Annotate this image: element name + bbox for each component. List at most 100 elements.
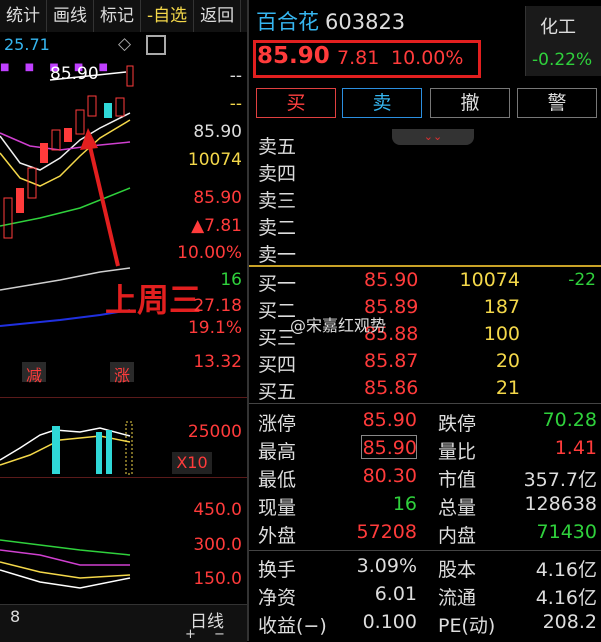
axis-4500: 450.0: [193, 500, 242, 520]
price-change-pct: 10.00%: [391, 47, 464, 69]
candle: [64, 128, 72, 142]
stat-value: 4.16亿: [535, 559, 597, 581]
sell-level-1: 卖一: [258, 244, 297, 266]
toolbar-draw-line[interactable]: 画线: [47, 0, 94, 32]
current-price: 85.90: [257, 43, 330, 69]
candles: [3, 65, 134, 239]
toolbar-back[interactable]: 返回: [194, 0, 242, 32]
annotation-arrow: [86, 137, 120, 267]
stat-label: 流通: [438, 587, 477, 609]
high-price-label: 85.90: [50, 64, 99, 84]
stock-title: 百合花 603823: [256, 6, 405, 36]
axis-2718: 27.18: [193, 296, 242, 316]
stats-separator-2: [249, 550, 601, 551]
axis-percent: 10.00%: [177, 243, 242, 263]
volume-multiplier[interactable]: X10: [172, 452, 212, 474]
panel-divider: [0, 397, 247, 398]
candle: [104, 103, 112, 118]
axis-25000: 25000: [187, 422, 242, 442]
stat-value: 1.41: [554, 437, 597, 459]
collapse-chevron-icon[interactable]: ⌄⌄: [392, 129, 474, 145]
stat-label: 市值: [438, 469, 477, 491]
buy-level-volume: 100: [483, 323, 520, 345]
axis-current-vol: 16: [220, 270, 242, 290]
buy-level-volume: 21: [495, 377, 520, 399]
axis-change: ▲7.81: [191, 216, 242, 236]
panel-divider-2: [0, 477, 247, 478]
stat-label: PE(动): [438, 615, 496, 637]
stock-code: 603823: [325, 10, 406, 34]
stat-value: 71430: [536, 521, 597, 543]
axis-191: 19.1%: [187, 318, 242, 338]
chart-toolbar: 统计 画线 标记 -自选 返回: [0, 0, 247, 32]
sell-button[interactable]: 卖: [342, 88, 422, 118]
stat-label: 最高: [258, 441, 297, 463]
stat-value: 0.100: [362, 611, 417, 633]
alert-button[interactable]: 警: [517, 88, 597, 118]
stat-value: 70.28: [542, 409, 597, 431]
stat-value: 57208: [356, 521, 417, 543]
panel-separator: [247, 0, 249, 641]
stat-label: 现量: [258, 497, 297, 519]
zoom-in-icon[interactable]: +: [185, 627, 196, 642]
stat-label: 收益(−): [258, 615, 327, 637]
candle: [40, 143, 48, 163]
window-toggle-icon[interactable]: [146, 35, 166, 55]
stat-value: 85.90: [362, 437, 417, 459]
stat-label: 换手: [258, 559, 297, 581]
zoom-out-icon[interactable]: −: [214, 627, 225, 642]
watermark-text: @宋嘉红观势: [290, 316, 387, 335]
buy-level-label: 买一: [258, 273, 297, 295]
stat-value: 80.30: [362, 465, 417, 487]
tag-reduce[interactable]: 减: [22, 362, 47, 385]
sector-name: 化工: [540, 17, 576, 38]
stat-label: 外盘: [258, 525, 297, 547]
diamond-icon[interactable]: ◇: [118, 34, 131, 54]
buy-level-label: 买四: [258, 354, 297, 376]
candle: [75, 109, 85, 135]
candle: [126, 65, 134, 87]
candle: [115, 97, 125, 117]
stat-label: 净资: [258, 587, 297, 609]
stats-separator: [249, 403, 601, 404]
candle: [3, 197, 13, 239]
sell-level-3: 卖三: [258, 190, 297, 212]
kline-chart[interactable]: [0, 58, 170, 388]
toolbar-watchlist[interactable]: -自选: [141, 0, 195, 32]
stat-value: 208.2: [542, 611, 597, 633]
toolbar-stats[interactable]: 统计: [0, 0, 47, 32]
stat-value: 357.7亿: [523, 469, 597, 491]
axis-dashes-1: --: [229, 66, 242, 86]
ma-value: 25.71: [4, 35, 50, 54]
stat-label: 总量: [438, 497, 477, 519]
sell-level-2: 卖二: [258, 217, 297, 239]
toolbar-mark[interactable]: 标记: [94, 0, 141, 32]
stat-label: 跌停: [438, 413, 477, 435]
sell-level-4: 卖四: [258, 163, 297, 185]
volume-chart[interactable]: [0, 400, 170, 475]
candle: [51, 129, 61, 151]
buy-level-label: 买五: [258, 381, 297, 403]
stock-name: 百合花: [256, 10, 319, 34]
stat-label: 量比: [438, 441, 477, 463]
candle: [16, 188, 24, 213]
axis-1332: 13.32: [193, 352, 242, 372]
stat-label: 涨停: [258, 413, 297, 435]
axis-dashes-2: --: [229, 94, 242, 114]
indicator-chart[interactable]: [0, 520, 170, 600]
buy-level-price: 85.90: [364, 269, 419, 291]
sell-level-5: 卖五: [258, 136, 297, 158]
chart-bottom-bar: 8 日线 + −: [0, 604, 247, 642]
stat-value: 16: [392, 493, 417, 515]
tag-limit-up[interactable]: 涨: [110, 362, 135, 385]
buy-button[interactable]: 买: [256, 88, 336, 118]
chart-subheader: 25.71 ◇ ■ ■ ■ ■ ■: [0, 32, 247, 73]
stat-value: 85.90: [362, 409, 417, 431]
stat-value: 4.16亿: [535, 587, 597, 609]
stat-value: 128638: [524, 493, 597, 515]
stat-label: 最低: [258, 469, 297, 491]
stat-label: 内盘: [438, 525, 477, 547]
cancel-order-button[interactable]: 撤: [430, 88, 510, 118]
buy-level-volume: 20: [495, 350, 520, 372]
axis-1500: 150.0: [193, 569, 242, 589]
